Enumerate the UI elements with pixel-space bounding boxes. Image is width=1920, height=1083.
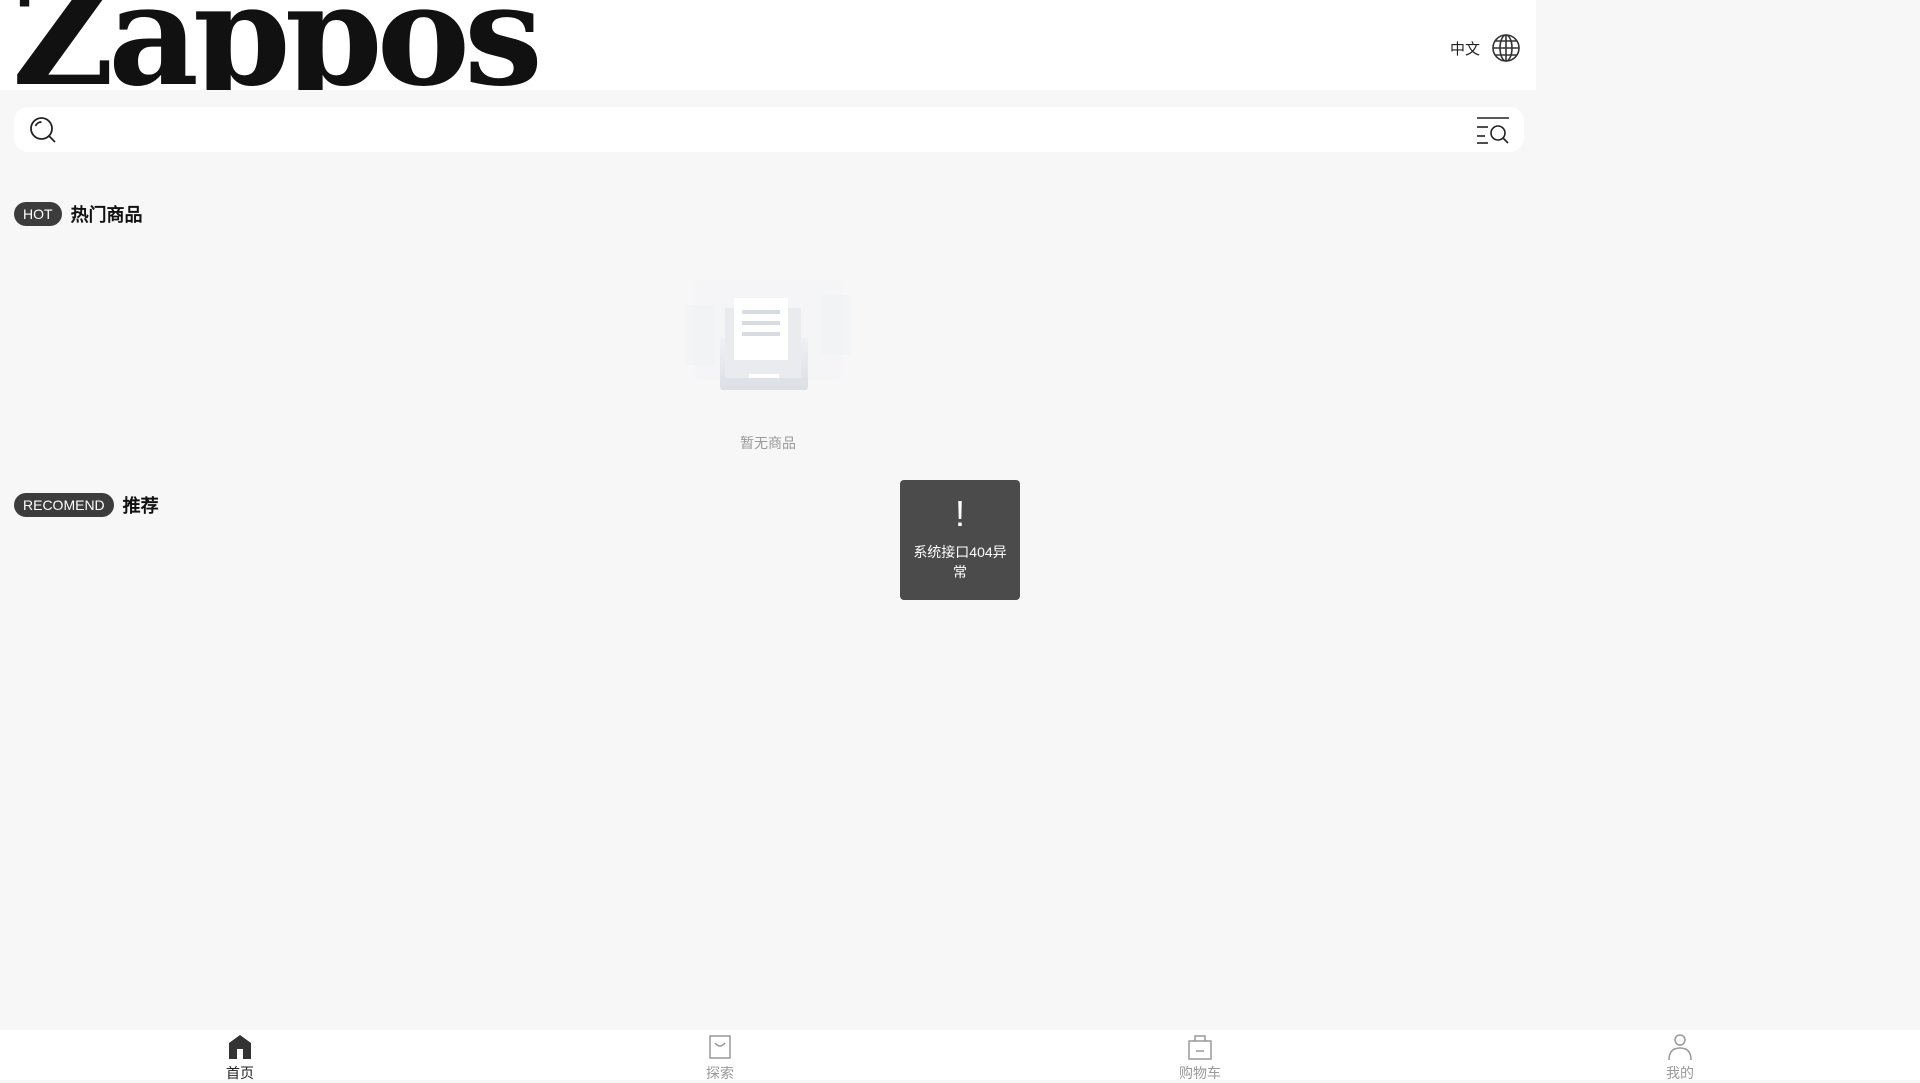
recommend-badge: RECOMEND (14, 493, 114, 517)
error-toast: ! 系统接口404异常 (900, 480, 1020, 600)
exclamation-icon: ! (954, 493, 965, 534)
recommend-section-header: RECOMEND 推荐 (14, 492, 159, 518)
recommend-section-title: 推荐 (122, 496, 159, 516)
shopping-bag-icon (706, 1032, 734, 1062)
language-label: 中文 (1449, 40, 1480, 58)
hot-section-header: HOT 热门商品 (14, 201, 143, 227)
tab-profile[interactable]: 我的 (1440, 1030, 1920, 1081)
toast-message: 系统接口404异常 (913, 544, 1007, 580)
tab-label: 首页 (226, 1065, 254, 1081)
empty-message: 暂无商品 (740, 435, 796, 451)
tab-explore[interactable]: 探索 (480, 1030, 960, 1081)
tab-label: 探索 (706, 1065, 734, 1081)
tab-label: 我的 (1666, 1065, 1694, 1081)
search-input[interactable] (76, 113, 1456, 146)
language-switcher[interactable]: 中文 (1450, 32, 1522, 64)
home-icon (226, 1032, 254, 1062)
search-bar (14, 107, 1524, 152)
empty-document-icon (685, 280, 851, 404)
tab-cart[interactable]: 购物车 (960, 1030, 1440, 1081)
tab-home[interactable]: 首页 (0, 1030, 480, 1081)
bottom-tab-bar: 首页 探索 购物车 我的 (0, 1030, 1920, 1081)
hot-badge: HOT (14, 202, 62, 226)
user-icon (1666, 1032, 1694, 1062)
search-icon[interactable] (28, 115, 58, 145)
hot-section-title: 热门商品 (70, 205, 143, 225)
filter-search-icon[interactable] (1476, 114, 1510, 146)
empty-state: 暂无商品 (685, 260, 851, 453)
tab-label: 购物车 (1179, 1065, 1221, 1081)
globe-icon (1490, 32, 1522, 64)
app-header: Zappos 中文 (0, 0, 1536, 90)
zappos-logo[interactable]: Zappos (12, 0, 543, 90)
cart-icon (1186, 1032, 1214, 1062)
